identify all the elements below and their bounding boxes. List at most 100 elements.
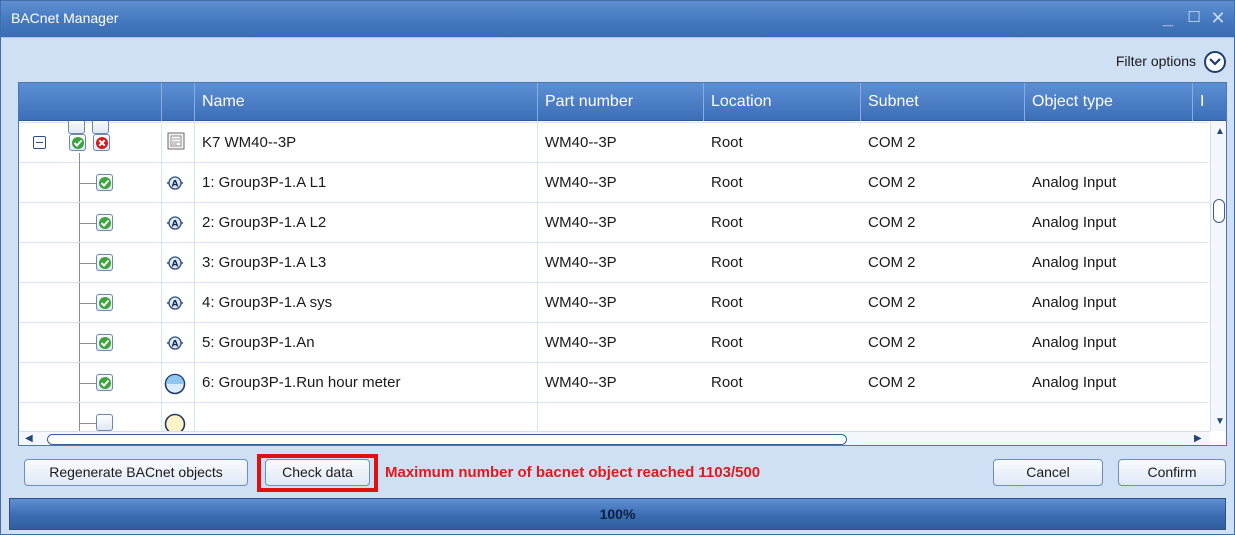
confirm-button[interactable]: Confirm bbox=[1118, 459, 1226, 486]
row-location: Root bbox=[711, 174, 743, 191]
window-title: BACnet Manager bbox=[11, 10, 119, 26]
vertical-scroll-thumb[interactable] bbox=[1213, 199, 1225, 223]
table-row[interactable]: A 2: Group3P-1.A L2 WM40--3P Root COM 2 Analo… bbox=[19, 203, 1209, 243]
tree-line bbox=[79, 423, 97, 424]
object-select-checkbox[interactable] bbox=[96, 374, 113, 391]
svg-text:A: A bbox=[172, 219, 179, 229]
collapse-tree-icon[interactable] bbox=[33, 136, 46, 149]
bacnet-object-grid: Name Part number Location Subnet Object … bbox=[18, 82, 1227, 446]
row-name: K7 WM40--3P bbox=[202, 134, 297, 151]
chevron-down-icon bbox=[1209, 58, 1221, 66]
row-name: 1: Group3P-1.A L1 bbox=[202, 174, 327, 191]
scroll-down-icon[interactable]: ▼ bbox=[1215, 417, 1225, 427]
row-part-number: WM40--3P bbox=[545, 174, 617, 191]
row-location: Root bbox=[711, 214, 743, 231]
check-icon bbox=[99, 177, 111, 189]
header-subnet[interactable]: Subnet bbox=[861, 83, 1025, 121]
scroll-up-icon[interactable]: ▲ bbox=[1215, 127, 1225, 137]
action-bar: Regenerate BACnet objects Check data Max… bbox=[1, 449, 1234, 497]
title-bar[interactable]: BACnet Manager _ ☐ ✕ bbox=[1, 1, 1234, 37]
scroll-right-icon[interactable]: ▶ bbox=[1194, 434, 1202, 444]
minimize-icon[interactable]: _ bbox=[1158, 7, 1178, 29]
close-icon[interactable]: ✕ bbox=[1208, 7, 1228, 29]
tree-line bbox=[79, 383, 97, 384]
analog-input-icon: A bbox=[167, 256, 183, 270]
analog-input-icon: A bbox=[167, 216, 183, 230]
svg-text:A: A bbox=[172, 339, 179, 349]
row-object-type: Analog Input bbox=[1032, 294, 1117, 311]
column-divider bbox=[161, 121, 162, 431]
row-object-type: Analog Input bbox=[1032, 374, 1117, 391]
progress-text: 100% bbox=[599, 506, 636, 522]
tree-line bbox=[79, 223, 97, 224]
object-select-checkbox[interactable] bbox=[96, 214, 113, 231]
object-select-checkbox[interactable] bbox=[96, 294, 113, 311]
table-row[interactable]: 6: Group3P-1.Run hour meter WM40--3P Root C… bbox=[19, 363, 1209, 403]
header-name[interactable]: Name bbox=[195, 83, 538, 121]
regenerate-bacnet-objects-button[interactable]: Regenerate BACnet objects bbox=[24, 459, 248, 486]
check-icon bbox=[99, 377, 111, 389]
object-select-checkbox[interactable] bbox=[96, 254, 113, 271]
progress-bar: 100% bbox=[9, 498, 1226, 530]
device-remove-checkbox[interactable] bbox=[93, 134, 110, 151]
row-name: 4: Group3P-1.A sys bbox=[202, 294, 333, 311]
check-data-button[interactable]: Check data bbox=[265, 459, 370, 486]
row-object-type bbox=[1025, 123, 1193, 163]
table-row[interactable]: A 4: Group3P-1.A sys WM40--3P Root COM 2 Anal… bbox=[19, 283, 1209, 323]
table-row[interactable]: A 1: Group3P-1.A L1 WM40--3P Root COM 2 Analo… bbox=[19, 163, 1209, 203]
tree-line bbox=[79, 263, 97, 264]
check-icon bbox=[99, 297, 111, 309]
column-divider bbox=[537, 121, 538, 431]
analog-input-icon: A bbox=[167, 176, 183, 190]
row-location: Root bbox=[711, 134, 743, 151]
header-part-number[interactable]: Part number bbox=[538, 83, 704, 121]
row-name: 2: Group3P-1.A L2 bbox=[202, 214, 327, 231]
table-row[interactable]: A 3: Group3P-1.A L3 WM40--3P Root COM 2 Analo… bbox=[19, 243, 1209, 283]
meter-icon bbox=[164, 373, 186, 395]
object-select-checkbox[interactable] bbox=[96, 334, 113, 351]
filter-options-label: Filter options bbox=[1115, 53, 1196, 69]
row-location: Root bbox=[711, 374, 743, 391]
device-select-checkbox[interactable] bbox=[69, 134, 86, 151]
table-row-partial-bottom[interactable] bbox=[19, 403, 1209, 431]
filter-bar: Filter options bbox=[1, 37, 1234, 79]
row-part-number: WM40--3P bbox=[545, 134, 617, 151]
horizontal-scroll-thumb[interactable] bbox=[47, 434, 847, 445]
header-extra[interactable]: I bbox=[1193, 83, 1226, 121]
horizontal-scrollbar[interactable]: ◀ ▶ bbox=[19, 431, 1210, 445]
cancel-button[interactable]: Cancel bbox=[993, 459, 1103, 486]
vertical-scrollbar[interactable]: ▲ ▼ bbox=[1210, 121, 1226, 431]
row-location: Root bbox=[711, 254, 743, 271]
header-location[interactable]: Location bbox=[704, 83, 861, 121]
svg-text:A: A bbox=[172, 179, 179, 189]
filter-options-button[interactable] bbox=[1204, 51, 1226, 73]
row-name: 5: Group3P-1.An bbox=[202, 334, 315, 351]
header-icon-column[interactable] bbox=[162, 83, 195, 121]
row-object-type: Analog Input bbox=[1032, 174, 1117, 191]
row-part-number: WM40--3P bbox=[545, 214, 617, 231]
header-tree-column[interactable] bbox=[19, 83, 162, 121]
check-icon bbox=[99, 257, 111, 269]
row-object-type: Analog Input bbox=[1032, 254, 1117, 271]
row-subnet: COM 2 bbox=[868, 334, 916, 351]
grid-rows: K7 WM40--3P WM40--3P Root COM 2 A 1: Grou… bbox=[19, 121, 1209, 431]
object-select-checkbox[interactable] bbox=[96, 414, 113, 431]
row-name: 3: Group3P-1.A L3 bbox=[202, 254, 327, 271]
bacnet-manager-window: BACnet Manager _ ☐ ✕ Filter options Name… bbox=[0, 0, 1235, 535]
maximize-icon[interactable]: ☐ bbox=[1184, 7, 1204, 29]
analog-input-icon: A bbox=[167, 296, 183, 310]
table-row-device[interactable]: K7 WM40--3P WM40--3P Root COM 2 bbox=[19, 123, 1209, 163]
object-select-checkbox[interactable] bbox=[96, 174, 113, 191]
svg-text:A: A bbox=[172, 299, 179, 309]
row-subnet: COM 2 bbox=[868, 374, 916, 391]
header-object-type[interactable]: Object type bbox=[1025, 83, 1193, 121]
row-part-number: WM40--3P bbox=[545, 294, 617, 311]
tree-line bbox=[79, 303, 97, 304]
row-name: 6: Group3P-1.Run hour meter bbox=[202, 374, 401, 391]
row-subnet: COM 2 bbox=[868, 214, 916, 231]
table-row[interactable]: A 5: Group3P-1.An WM40--3P Root COM 2 Analog … bbox=[19, 323, 1209, 363]
row-location: Root bbox=[711, 334, 743, 351]
check-icon bbox=[72, 137, 84, 149]
object-limit-warning: Maximum number of bacnet object reached … bbox=[385, 464, 761, 481]
scroll-left-icon[interactable]: ◀ bbox=[25, 434, 33, 444]
